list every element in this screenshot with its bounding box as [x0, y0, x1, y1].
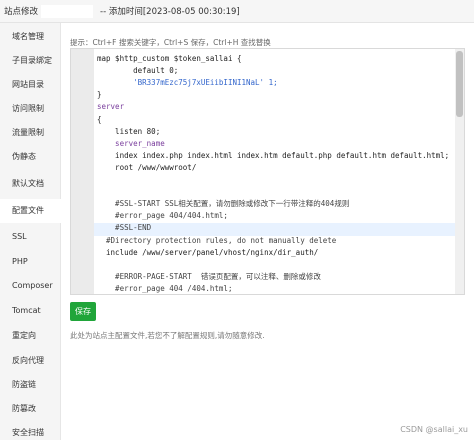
redacted-site-name [41, 5, 93, 18]
sidebar-item-reverse-proxy[interactable]: 反向代理 [0, 349, 60, 373]
config-warning-note: 此处为站点主配置文件,若您不了解配置规则,请勿随意修改. [70, 331, 265, 340]
editor-gutter [71, 49, 94, 294]
config-code-editor[interactable]: map $http_custom $token_sallai { default… [70, 48, 465, 295]
code-line[interactable]: include /www/server/panel/vhost/nginx/di… [97, 247, 318, 258]
code-line[interactable]: { [97, 114, 102, 125]
sidebar-item-config-file[interactable]: 配置文件 [0, 199, 61, 223]
code-line[interactable]: root /www/wwwroot/ [97, 162, 196, 173]
settings-sidebar: 域名管理 子目录绑定 网站目录 访问限制 流量限制 伪静态 默认文档 配置文件 … [0, 23, 61, 440]
code-line[interactable]: #error_page 404 /404.html; [97, 283, 232, 294]
editor-hint: 提示：Ctrl+F 搜索关键字，Ctrl+S 保存，Ctrl+H 查找替换 [70, 38, 271, 47]
sidebar-item-ssl[interactable]: SSL [0, 225, 60, 249]
code-line[interactable]: 'BR337mEzc75j7xUEiibIINI1NaL' 1; [97, 77, 278, 88]
csdn-watermark: CSDN @sallai_xu [400, 425, 468, 434]
editor-scroll-thumb[interactable] [456, 51, 463, 117]
code-line[interactable]: listen 80; [97, 126, 160, 137]
sidebar-item-subdir[interactable]: 子目录绑定 [0, 49, 60, 73]
site-label: 站点修改 [4, 7, 39, 17]
sidebar-item-access-limit[interactable]: 访问限制 [0, 97, 60, 121]
code-line[interactable]: map $http_custom $token_sallai { [97, 53, 242, 64]
sidebar-item-redirect[interactable]: 重定向 [0, 324, 60, 348]
sidebar-item-tamper-proof[interactable]: 防篡改 [0, 397, 60, 421]
added-time: -- 添加时间[2023-08-05 00:30:19] [100, 7, 240, 17]
code-line[interactable]: #Directory protection rules, do not manu… [97, 235, 336, 246]
sidebar-item-composer[interactable]: Composer [0, 274, 60, 298]
code-line[interactable]: } [97, 89, 102, 100]
code-line[interactable]: default 0; [97, 65, 178, 76]
editor-scrollbar[interactable] [455, 49, 464, 294]
sidebar-item-security-scan[interactable]: 安全扫描 [0, 421, 60, 440]
code-line[interactable]: #SSL-END [97, 222, 151, 233]
code-line[interactable]: #SSL-START SSL相关配置，请勿删除或修改下一行带注释的404规则 [97, 198, 349, 209]
window-titlebar: 站点修改 -- 添加时间[2023-08-05 00:30:19] [0, 0, 474, 23]
code-line[interactable]: #error_page 404/404.html; [97, 210, 228, 221]
code-line[interactable]: index index.php index.html index.htm def… [97, 150, 449, 161]
sidebar-item-domain[interactable]: 域名管理 [0, 25, 60, 49]
sidebar-item-traffic-limit[interactable]: 流量限制 [0, 121, 60, 145]
sidebar-item-hotlink[interactable]: 防盗链 [0, 373, 60, 397]
sidebar-item-site-dir[interactable]: 网站目录 [0, 73, 60, 97]
sidebar-item-rewrite[interactable]: 伪静态 [0, 145, 60, 169]
sidebar-item-php[interactable]: PHP [0, 250, 60, 274]
sidebar-item-tomcat[interactable]: Tomcat [0, 299, 60, 323]
code-line[interactable]: server_name [97, 138, 165, 149]
save-button[interactable]: 保存 [70, 302, 96, 321]
code-line[interactable]: server [97, 101, 124, 112]
sidebar-item-default-doc[interactable]: 默认文档 [0, 172, 60, 196]
code-line[interactable]: #ERROR-PAGE-START 错误页配置，可以注释、删除或修改 [97, 271, 321, 282]
